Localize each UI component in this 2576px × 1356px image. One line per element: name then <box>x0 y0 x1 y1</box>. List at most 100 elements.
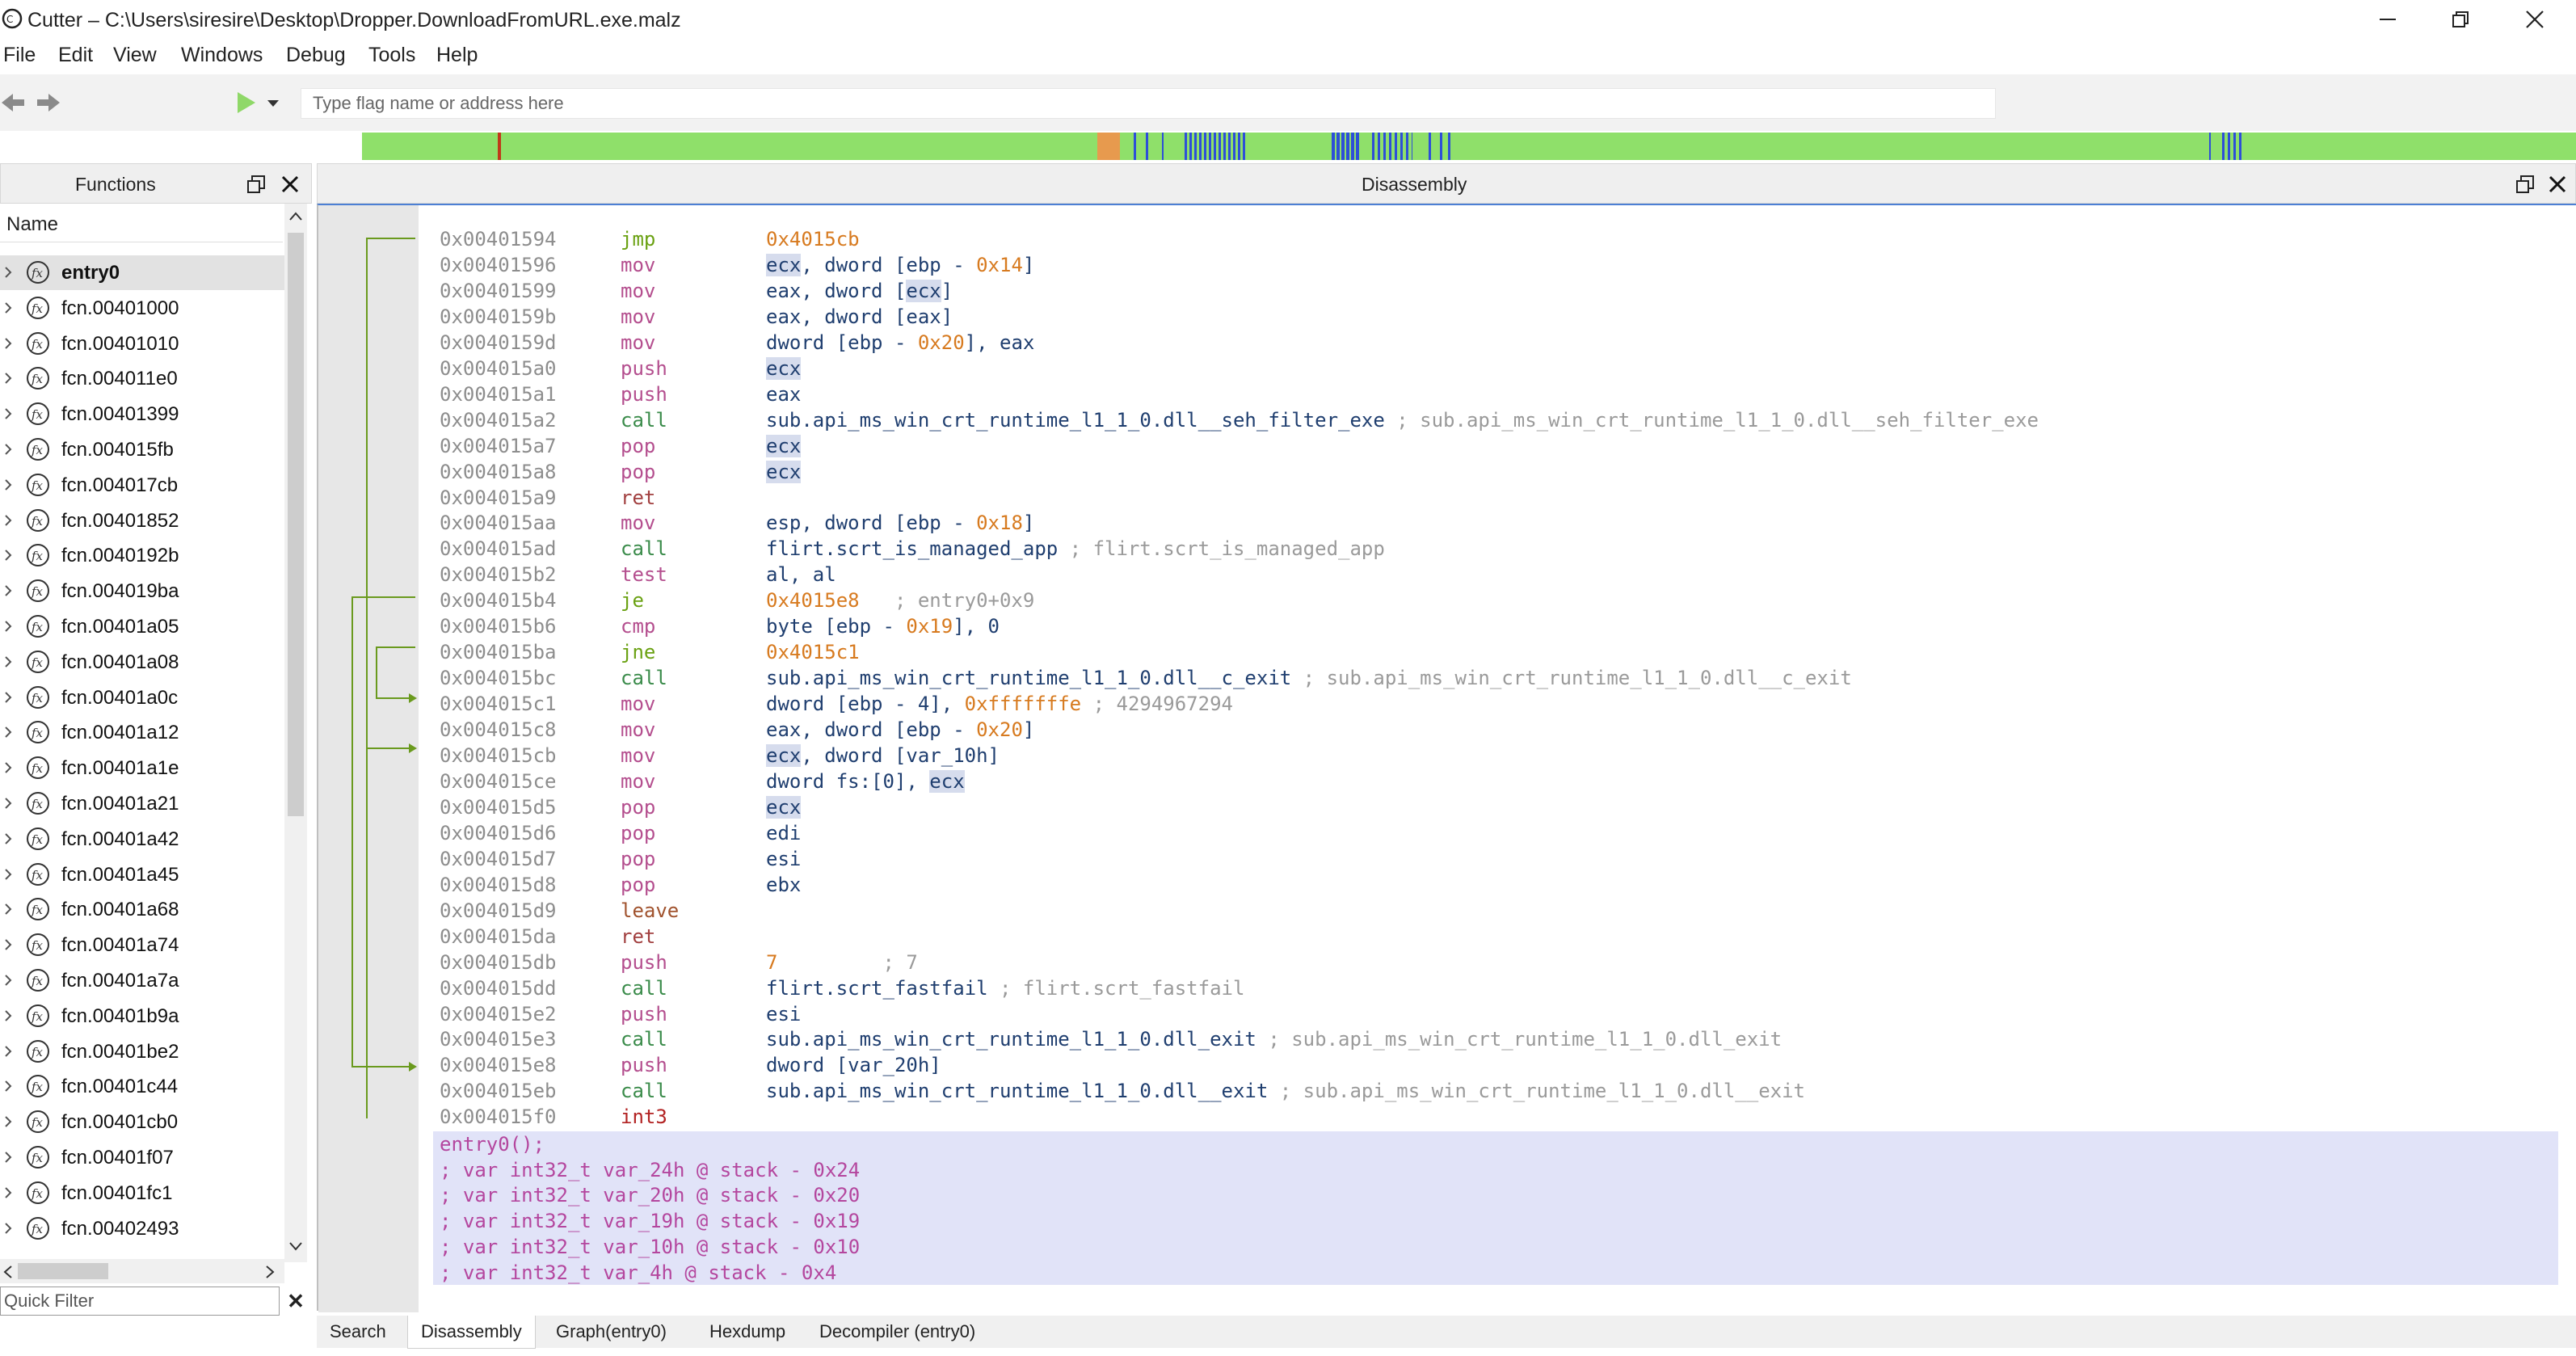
function-list-item[interactable]: fx fcn.00401a0c <box>0 680 284 715</box>
restore-button[interactable] <box>2424 2 2497 37</box>
menu-edit[interactable]: Edit <box>58 44 93 67</box>
close-window-button[interactable] <box>2498 2 2571 37</box>
function-list-item[interactable]: fx fcn.004011e0 <box>0 361 284 396</box>
menu-tools[interactable]: Tools <box>368 44 415 67</box>
menu-windows[interactable]: Windows <box>181 44 263 67</box>
scroll-down-icon[interactable] <box>288 1240 304 1253</box>
expand-chevron-icon[interactable] <box>3 760 13 775</box>
function-list-item[interactable]: fx fcn.00401f07 <box>0 1140 284 1175</box>
menu-debug[interactable]: Debug <box>286 44 346 67</box>
close-panel-icon[interactable] <box>280 175 300 194</box>
instruction-comment: ; flirt.scrt_is_managed_app <box>1058 537 1385 561</box>
disassembly-view[interactable]: 0x00401594 jmp 0x4015cb 0x00401596 mov ecx, d… <box>317 204 2576 1312</box>
function-list-item[interactable]: fx fcn.00401010 <box>0 326 284 361</box>
tab-disassembly[interactable]: Disassembly <box>407 1316 536 1349</box>
function-list-item[interactable]: fx fcn.00401cb0 <box>0 1105 284 1139</box>
function-list-item[interactable]: fx fcn.00401fc1 <box>0 1176 284 1211</box>
undock-icon[interactable] <box>246 175 266 194</box>
function-list-item[interactable]: fx fcn.00401a45 <box>0 857 284 892</box>
function-list-item[interactable]: fx fcn.00401a21 <box>0 786 284 821</box>
function-list-item[interactable]: fx fcn.00401a12 <box>0 715 284 750</box>
expand-chevron-icon[interactable] <box>3 265 13 280</box>
forward-arrow-icon[interactable] <box>34 89 61 116</box>
tab-decompiler[interactable]: Decompiler (entry0) <box>806 1316 988 1348</box>
expand-chevron-icon[interactable] <box>3 513 13 528</box>
expand-chevron-icon[interactable] <box>3 973 13 988</box>
instruction-operands: eax, dword [ebp - 0x20] <box>766 717 1034 743</box>
minimize-button[interactable] <box>2351 2 2424 37</box>
function-list-item[interactable]: fx fcn.00401a74 <box>0 928 284 962</box>
function-list-item[interactable]: fx fcn.00401a42 <box>0 822 284 857</box>
expand-chevron-icon[interactable] <box>3 902 13 916</box>
play-icon[interactable] <box>234 91 259 115</box>
function-list-item[interactable]: fx fcn.00401399 <box>0 397 284 432</box>
expand-chevron-icon[interactable] <box>3 371 13 385</box>
function-list-item[interactable]: fx fcn.00402493 <box>0 1211 284 1246</box>
menu-file[interactable]: File <box>3 44 36 67</box>
function-list-item[interactable]: fx fcn.00401b9a <box>0 999 284 1034</box>
expand-chevron-icon[interactable] <box>3 1221 13 1236</box>
expand-chevron-icon[interactable] <box>3 442 13 457</box>
function-list-item[interactable]: fx fcn.004015fb <box>0 432 284 467</box>
function-list-item[interactable]: fx fcn.00401852 <box>0 503 284 538</box>
expand-chevron-icon[interactable] <box>3 937 13 952</box>
flag-address-search-input[interactable] <box>301 88 1996 119</box>
instruction-mnemonic: ret <box>621 924 656 948</box>
expand-chevron-icon[interactable] <box>3 1079 13 1093</box>
instruction-mnemonic: mov <box>621 718 656 742</box>
expand-chevron-icon[interactable] <box>3 655 13 669</box>
title-bar: C Cutter – C:\Users\siresire\Desktop\Dro… <box>0 0 2576 39</box>
expand-chevron-icon[interactable] <box>3 1114 13 1129</box>
close-panel-icon[interactable] <box>2548 175 2567 194</box>
tab-search[interactable]: Search <box>317 1316 399 1348</box>
function-list-item[interactable]: fx fcn.00401c44 <box>0 1069 284 1104</box>
scroll-right-icon[interactable] <box>263 1264 276 1280</box>
expand-chevron-icon[interactable] <box>3 301 13 315</box>
instruction-comment: ; entry0+0x9 <box>859 589 1035 613</box>
expand-chevron-icon[interactable] <box>3 336 13 351</box>
expand-chevron-icon[interactable] <box>3 867 13 882</box>
scroll-up-icon[interactable] <box>288 210 304 223</box>
function-list-item[interactable]: fx fcn.0040192b <box>0 538 284 573</box>
tab-hexdump[interactable]: Hexdump <box>697 1316 798 1348</box>
expand-chevron-icon[interactable] <box>3 725 13 739</box>
back-arrow-icon[interactable] <box>0 89 27 116</box>
function-list-item[interactable]: fx fcn.00401a05 <box>0 609 284 644</box>
function-list-item[interactable]: fx fcn.00401a08 <box>0 645 284 680</box>
function-list-item[interactable]: fx fcn.004017cb <box>0 468 284 503</box>
undock-icon[interactable] <box>2515 175 2535 194</box>
expand-chevron-icon[interactable] <box>3 796 13 811</box>
function-list-item[interactable]: fx fcn.004019ba <box>0 574 284 609</box>
horizontal-scroll-thumb[interactable] <box>18 1263 108 1279</box>
expand-chevron-icon[interactable] <box>3 1009 13 1023</box>
menu-help[interactable]: Help <box>436 44 478 67</box>
address-overview-bar[interactable] <box>362 133 2576 160</box>
expand-chevron-icon[interactable] <box>3 548 13 562</box>
function-list-item[interactable]: fx fcn.00401be2 <box>0 1034 284 1069</box>
function-list-item[interactable]: fx entry0 <box>0 255 284 290</box>
expand-chevron-icon[interactable] <box>3 478 13 492</box>
function-list-item[interactable]: fx fcn.00401a1e <box>0 751 284 785</box>
expand-chevron-icon[interactable] <box>3 1044 13 1059</box>
expand-chevron-icon[interactable] <box>3 619 13 634</box>
expand-chevron-icon[interactable] <box>3 406 13 421</box>
quick-filter-input[interactable] <box>0 1287 280 1316</box>
expand-chevron-icon[interactable] <box>3 1150 13 1164</box>
tab-graph[interactable]: Graph(entry0) <box>543 1316 680 1348</box>
clear-filter-icon[interactable]: ✕ <box>284 1288 307 1314</box>
expand-chevron-icon[interactable] <box>3 690 13 705</box>
menu-view[interactable]: View <box>113 44 157 67</box>
expand-chevron-icon[interactable] <box>3 832 13 846</box>
function-list-item[interactable]: fx fcn.00401a68 <box>0 892 284 927</box>
function-icon: fx <box>27 969 49 992</box>
expand-chevron-icon[interactable] <box>3 583 13 598</box>
function-list-item[interactable]: fx fcn.00401000 <box>0 291 284 326</box>
function-list-item[interactable]: fx fcn.00401a7a <box>0 963 284 998</box>
scroll-left-icon[interactable] <box>2 1264 15 1280</box>
vertical-scroll-thumb[interactable] <box>288 233 304 816</box>
expand-chevron-icon[interactable] <box>3 1185 13 1200</box>
chevron-down-icon[interactable] <box>267 99 280 108</box>
name-column-header[interactable]: Name <box>0 207 283 242</box>
instruction-mnemonic: push <box>621 950 667 974</box>
instruction-address: 0x004015c1 <box>440 693 557 716</box>
